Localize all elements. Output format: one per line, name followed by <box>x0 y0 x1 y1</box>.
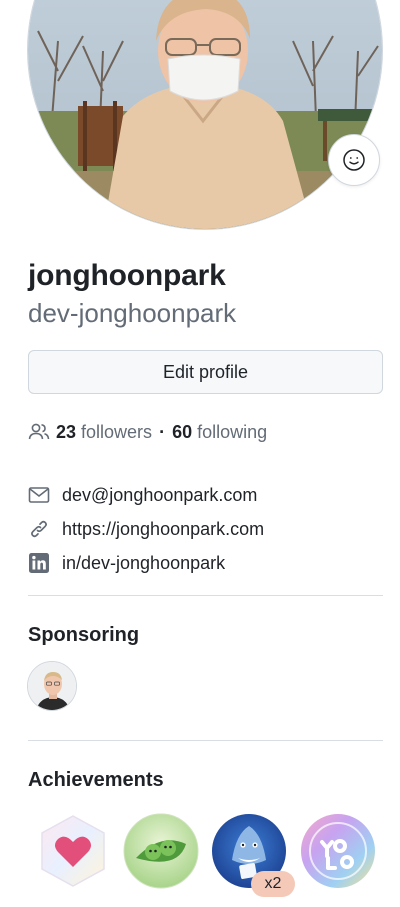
achievement-yolo[interactable] <box>299 812 377 890</box>
follow-stats: 23 followers · 60 following <box>28 420 267 444</box>
smiley-icon <box>343 149 365 171</box>
yolo-icon <box>301 814 375 888</box>
edit-profile-button[interactable]: Edit profile <box>28 350 383 394</box>
section-divider <box>28 740 383 741</box>
sponsored-user-avatar[interactable] <box>27 661 77 711</box>
heart-icon <box>41 815 105 887</box>
mail-icon <box>28 484 50 506</box>
sponsoring-heading: Sponsoring <box>28 624 140 646</box>
profile-avatar[interactable] <box>27 0 383 230</box>
section-divider <box>28 595 383 596</box>
linkedin-item: in/dev-jonghoonpark <box>28 546 383 580</box>
pull-shark-count-badge: x2 <box>251 871 295 897</box>
profile-name: jonghoonpark <box>28 259 226 292</box>
followers-label: followers <box>81 421 153 442</box>
following-link[interactable]: 60 following <box>172 422 267 443</box>
achievements-heading: Achievements <box>28 769 164 791</box>
set-status-button[interactable] <box>328 134 380 186</box>
following-count: 60 <box>172 421 193 442</box>
people-icon <box>28 423 50 440</box>
peapod-icon <box>123 813 199 889</box>
follow-separator: · <box>159 421 166 442</box>
email-item: dev@jonghoonpark.com <box>28 478 383 512</box>
followers-count: 23 <box>56 421 77 442</box>
website-item: https://jonghoonpark.com <box>28 512 383 546</box>
achievement-heart-on-sleeve[interactable] <box>34 812 112 890</box>
link-icon <box>28 518 50 540</box>
website-link[interactable]: https://jonghoonpark.com <box>62 519 264 540</box>
following-label: following <box>197 421 268 442</box>
profile-login: dev-jonghoonpark <box>28 298 237 328</box>
profile-details: dev@jonghoonpark.com https://jonghoonpar… <box>28 478 383 580</box>
linkedin-icon <box>28 552 50 574</box>
followers-link[interactable]: 23 followers <box>56 422 152 443</box>
email-link[interactable]: dev@jonghoonpark.com <box>62 485 257 506</box>
achievement-pair-extraordinaire[interactable] <box>122 812 200 890</box>
linkedin-link[interactable]: in/dev-jonghoonpark <box>62 553 225 574</box>
